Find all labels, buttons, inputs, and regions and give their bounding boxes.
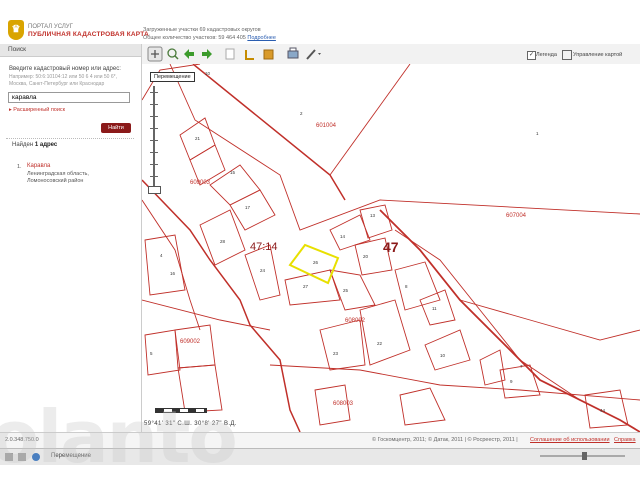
info-icon[interactable]: [225, 48, 235, 60]
lot-label: 13: [370, 213, 376, 218]
zoom-tick: [150, 92, 158, 93]
search-sidebar: Поиск Введите кадастровый номер или адре…: [0, 44, 142, 432]
zoom-tick: [150, 116, 158, 117]
stats-block: Загруженные участки 69 кадастровых округ…: [143, 26, 276, 42]
forward-arrow-icon[interactable]: [202, 49, 212, 59]
sidebar-divider: [6, 138, 134, 139]
search-input[interactable]: [8, 92, 130, 103]
parcel-labels: 601004 607004 609003 608002 609002 60800…: [180, 123, 527, 407]
zoom-slider-handle[interactable]: [148, 186, 161, 194]
quarter-label: 47:14: [250, 241, 278, 253]
cadastral-map[interactable]: 601004 607004 609003 608002 609002 60800…: [142, 64, 640, 432]
lot-label: 4: [160, 253, 163, 258]
lot-label: 8: [405, 284, 408, 289]
lot-label: 28: [220, 239, 226, 244]
lot-label: 44: [600, 408, 606, 413]
lot-label: 20: [363, 254, 369, 259]
lot-label: 27: [303, 284, 309, 289]
parcel-608003: 608003: [333, 401, 354, 407]
pan-tooltip: Перемещение: [150, 72, 195, 82]
stats-line-2: Общее количество участков: 59 464 405: [143, 35, 246, 41]
layers-icon[interactable]: [562, 50, 572, 60]
zoom-slider-thumb[interactable]: [582, 452, 587, 460]
map-parcels: 601004 607004 609003 608002 609002 60800…: [142, 64, 640, 432]
parcel-601004: 601004: [316, 123, 337, 129]
stats-more-link[interactable]: Подробнее: [247, 35, 276, 41]
emblem-icon: ♛: [8, 20, 24, 40]
advanced-search-link[interactable]: ▸ Расширенный поиск: [9, 107, 65, 113]
lot-label: 1: [536, 131, 539, 136]
lot-label: 26: [313, 260, 319, 265]
result-address: Ленинградская область, Ломоносовский рай…: [27, 171, 89, 184]
portal-title[interactable]: ПУБЛИЧНАЯ КАДАСТРОВАЯ КАРТА: [28, 31, 149, 38]
lot-label: 10: [205, 71, 211, 76]
sidebar-header: Поиск: [0, 44, 141, 57]
copyright-text: © Госкомцентр, 2011; © Датак, 2011 | © Р…: [372, 437, 518, 443]
settings-icon[interactable]: [306, 49, 321, 60]
parcel-609002: 609002: [180, 339, 201, 345]
help-link[interactable]: Справка: [614, 437, 636, 443]
parcel-609003: 609003: [190, 180, 211, 186]
measure-icon[interactable]: [245, 50, 254, 60]
lot-label: 17: [245, 205, 251, 210]
app-header: ♛ ПОРТАЛ УСЛУГ ПУБЛИЧНАЯ КАДАСТРОВАЯ КАР…: [0, 0, 640, 44]
zoom-slider[interactable]: [153, 86, 155, 190]
lot-label: 14: [340, 234, 346, 239]
print-icon[interactable]: [287, 47, 299, 59]
lot-label: 23: [333, 351, 339, 356]
pan-icon[interactable]: [147, 46, 163, 62]
zoom-in-icon[interactable]: [167, 48, 179, 60]
zoom-tick: [150, 104, 158, 105]
toolbar-icons: [147, 46, 321, 62]
map-control-label[interactable]: Управление картой: [573, 52, 622, 58]
search-hint-example: Например: 50:6:10104:12 или 50 6 4 или 5…: [9, 74, 117, 87]
result-number: 1.: [17, 164, 22, 170]
found-count: 1 адрес: [34, 142, 58, 148]
terms-link[interactable]: Соглашение об использовании: [530, 437, 610, 443]
lot-label: 16: [170, 271, 176, 276]
watermark: olanto: [0, 395, 238, 479]
lot-label: 15: [230, 170, 236, 175]
lot-label: 11: [432, 306, 437, 311]
lot-label: 24: [260, 268, 266, 273]
parcel-607004: 607004: [506, 213, 527, 219]
sidebar-title: Поиск: [8, 46, 27, 53]
zoom-tick: [150, 164, 158, 165]
zoom-tick: [150, 152, 158, 153]
area-icon[interactable]: [263, 49, 274, 60]
district-label: 47: [383, 239, 399, 255]
legend-label: Легенда: [536, 52, 557, 58]
result-link[interactable]: Каравла: [27, 163, 50, 169]
lot-label: 25: [343, 288, 349, 293]
find-button[interactable]: Найти: [101, 123, 131, 133]
lot-label: 21: [195, 136, 201, 141]
back-arrow-icon[interactable]: [184, 49, 194, 59]
legend-checkbox[interactable]: ✓: [527, 51, 536, 60]
zoom-tick: [150, 176, 158, 177]
search-hint-title: Введите кадастровый номер или адрес:: [9, 66, 121, 72]
lot-label: 22: [377, 341, 383, 346]
zoom-tick: [150, 128, 158, 129]
zoom-tick: [150, 140, 158, 141]
advanced-search-label: Расширенный поиск: [13, 107, 66, 113]
lot-label: 2: [300, 111, 303, 116]
found-prefix: Найден: [12, 142, 34, 148]
parcel-608002: 608002: [345, 318, 366, 324]
lot-label: 9: [510, 379, 513, 384]
found-summary: Найден 1 адрес: [12, 142, 57, 148]
stats-line-1: Загруженные участки 69 кадастровых округ…: [143, 27, 261, 33]
portal-subtitle: ПОРТАЛ УСЛУГ: [28, 24, 73, 30]
lot-label: 10: [440, 353, 446, 358]
lot-label: 5: [150, 351, 153, 356]
